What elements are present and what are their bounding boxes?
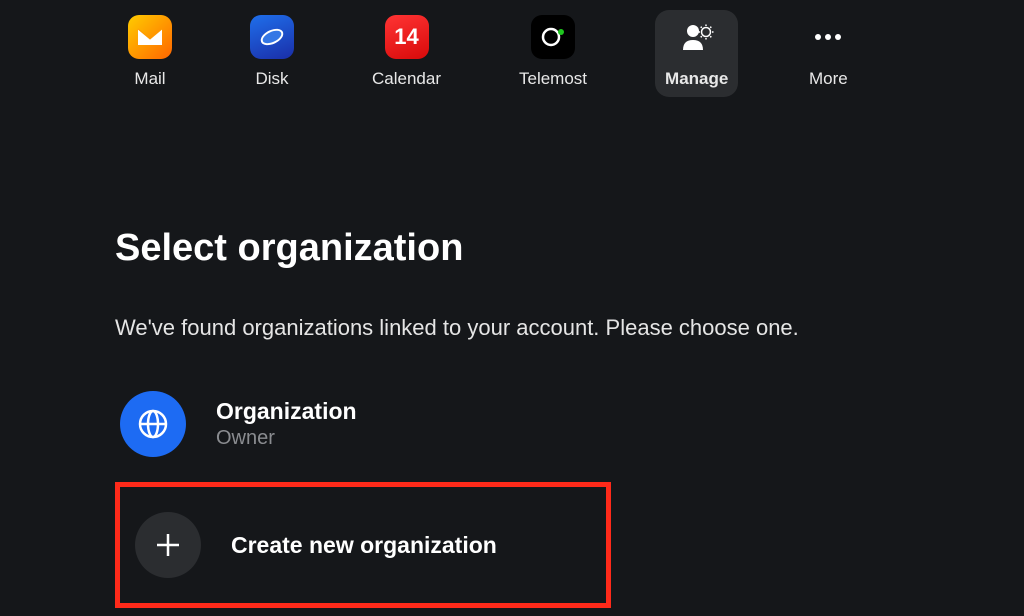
nav-mail[interactable]: Mail: [118, 10, 182, 97]
create-organization-label: Create new organization: [231, 532, 497, 559]
organization-name: Organization: [216, 398, 357, 425]
manage-icon: [675, 15, 719, 59]
nav-manage[interactable]: Manage: [655, 10, 738, 97]
nav-disk[interactable]: Disk: [240, 10, 304, 97]
plus-icon: [135, 512, 201, 578]
nav-calendar-label: Calendar: [372, 69, 441, 89]
page-title: Select organization: [115, 227, 1024, 270]
telemost-icon: [531, 15, 575, 59]
nav-mail-label: Mail: [134, 69, 165, 89]
highlight-annotation: Create new organization: [115, 482, 611, 608]
organization-text: Organization Owner: [216, 398, 357, 450]
nav-more-label: More: [809, 69, 848, 89]
calendar-date: 14: [394, 24, 418, 50]
page-subtitle: We've found organizations linked to your…: [115, 315, 1024, 341]
nav-manage-label: Manage: [665, 69, 728, 89]
mail-icon: [128, 15, 172, 59]
disk-icon: [250, 15, 294, 59]
nav-calendar[interactable]: 14 Calendar: [362, 10, 451, 97]
top-navigation: Mail Disk 14 Calendar Telemost: [0, 0, 1024, 97]
nav-disk-label: Disk: [255, 69, 288, 89]
main-content: Select organization We've found organiza…: [0, 97, 1024, 608]
globe-icon: [120, 391, 186, 457]
organization-item[interactable]: Organization Owner: [115, 381, 1024, 467]
more-icon: [806, 15, 850, 59]
organization-role: Owner: [216, 427, 357, 450]
nav-telemost-label: Telemost: [519, 69, 587, 89]
nav-telemost[interactable]: Telemost: [509, 10, 597, 97]
nav-more[interactable]: More: [796, 10, 860, 97]
create-organization-button[interactable]: Create new organization: [130, 502, 606, 588]
calendar-icon: 14: [385, 15, 429, 59]
